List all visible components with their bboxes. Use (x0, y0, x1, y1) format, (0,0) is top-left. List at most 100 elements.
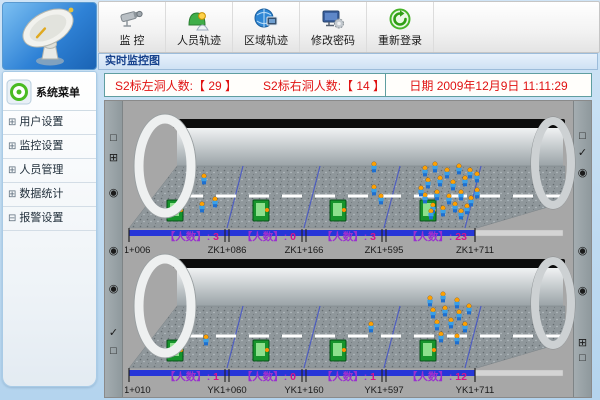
monitor-button-label: 监 控 (119, 32, 144, 48)
sidebar-item-data-statistics[interactable]: ⊞数据统计 (3, 183, 96, 207)
sidebar-item-personnel-management[interactable]: ⊞人员管理 (3, 159, 96, 183)
tunnel-counts: S2标左洞人数:【 29 】 S2标右洞人数:【 14 】 (105, 77, 385, 94)
person-marker (452, 202, 457, 213)
person-marker (438, 332, 443, 343)
person-marker (454, 298, 459, 309)
person-marker (464, 204, 469, 215)
section-count-label: 【人数】: 23 (407, 230, 467, 243)
sidebar-item-user-settings[interactable]: ⊞用户设置 (3, 111, 96, 135)
person-marker (466, 304, 471, 315)
right-tunnel-diagram: 【人数】: 1 【人数】: 0 【人数】: 1 【人数】: 12YK1+010Y… (125, 246, 577, 396)
coverage-bar-rest (475, 230, 563, 236)
camera-dome-icon: ◉ (105, 283, 122, 295)
satellite-dish-icon (3, 3, 96, 69)
person-marker (422, 193, 427, 204)
sidebar-item-alarm-settings[interactable]: ⊟报警设置 (3, 207, 96, 231)
person-marker (212, 197, 217, 208)
grid-icon: ⊞ (105, 152, 122, 164)
toolbar: 监 控 人员轨迹 区域轨迹 修改密码 (98, 1, 600, 53)
station-label: YK1+160 (284, 385, 323, 396)
tab-realtime-monitor[interactable]: 实时监控图 (98, 53, 598, 70)
check-icon: ✓ (105, 327, 122, 339)
monitor-button[interactable]: 监 控 (99, 2, 166, 52)
status-bar: S2标左洞人数:【 29 】 S2标右洞人数:【 14 】 日期 2009年12… (104, 73, 592, 97)
right-tunnel-count: S2标右洞人数:【 14 】 (263, 77, 385, 94)
sidebar-item-label: 监控设置 (19, 140, 63, 152)
tunnel-ceiling-band (173, 119, 565, 128)
person-marker (425, 178, 430, 189)
personnel-track-button-label: 人员轨迹 (177, 32, 221, 48)
section-count-label: 【人数】: 12 (407, 370, 467, 383)
reader-device (420, 340, 436, 361)
left-device-strip: □⊞◉◉◉✓□ (105, 101, 123, 397)
person-marker (422, 166, 427, 177)
change-password-button[interactable]: 修改密码 (300, 2, 367, 52)
expand-plus-icon[interactable]: ⊞ (8, 141, 16, 152)
expand-minus-icon[interactable]: ⊟ (8, 213, 16, 224)
person-marker (378, 194, 383, 205)
person-marker (418, 186, 423, 197)
station-label: YK1+060 (207, 385, 246, 396)
sidebar-header: 系统菜单 (3, 72, 96, 111)
person-marker (474, 172, 479, 183)
reader-device (253, 340, 269, 361)
person-track-icon (187, 7, 211, 31)
section-count-label: 【人数】: 0 (242, 370, 296, 383)
station-label: YK1+711 (456, 385, 495, 396)
person-marker (371, 185, 376, 196)
expand-plus-icon[interactable]: ⊞ (8, 117, 16, 128)
person-marker (444, 168, 449, 179)
sidebar-item-label: 数据统计 (19, 188, 63, 200)
person-marker (434, 320, 439, 331)
system-menu-icon (6, 79, 32, 105)
person-marker (467, 168, 472, 179)
monitor-panel: □⊞◉◉◉✓□ □✓◉◉◉⊞□ (104, 100, 592, 398)
tunnel-wall (177, 268, 563, 306)
person-marker (427, 296, 432, 307)
left-tunnel-count: S2标左洞人数:【 29 】 (115, 77, 237, 94)
section-count-label: 【人数】: 3 (322, 230, 376, 243)
left-tunnel-diagram: 【人数】: 3 【人数】: 0 【人数】: 3 【人数】: 23ZK1+006Z… (125, 106, 577, 256)
sidebar-item-monitor-settings[interactable]: ⊞监控设置 (3, 135, 96, 159)
person-marker (371, 162, 376, 173)
person-marker (434, 190, 439, 201)
reader-device (253, 200, 269, 221)
person-marker (440, 292, 445, 303)
person-marker (448, 318, 453, 329)
person-marker (201, 174, 206, 185)
expand-plus-icon[interactable]: ⊞ (8, 189, 16, 200)
app-logo (2, 2, 97, 70)
camera-dome-icon: ◉ (105, 187, 122, 199)
sidebar: 系统菜单 ⊞用户设置 ⊞监控设置 ⊞人员管理 ⊞数据统计 ⊟报警设置 (2, 71, 97, 387)
change-password-button-label: 修改密码 (311, 32, 355, 48)
personnel-track-button[interactable]: 人员轨迹 (166, 2, 233, 52)
relogin-button[interactable]: 重新登录 (367, 2, 434, 52)
coverage-bar-rest (475, 370, 563, 376)
reader-device (330, 340, 346, 361)
cctv-camera-icon (119, 7, 145, 31)
person-marker (468, 196, 473, 207)
camera-dome-icon: ◉ (105, 245, 122, 257)
station-label: YK1+010 (125, 385, 151, 396)
date-time: 日期 2009年12月9日 11:11:29 (385, 74, 591, 96)
station-label: YK1+597 (364, 385, 403, 396)
tunnel-ceiling-band (173, 259, 565, 268)
person-marker (442, 306, 447, 317)
expand-plus-icon[interactable]: ⊞ (8, 165, 16, 176)
person-marker (437, 176, 442, 187)
area-track-button[interactable]: 区域轨迹 (233, 2, 300, 52)
person-marker (456, 310, 461, 321)
person-marker (458, 190, 463, 201)
person-marker (454, 334, 459, 345)
area-track-button-label: 区域轨迹 (244, 32, 288, 48)
tunnel-wall (177, 128, 563, 166)
person-marker (458, 209, 463, 220)
refresh-login-icon (388, 7, 412, 31)
reader-device (330, 200, 346, 221)
relogin-button-label: 重新登录 (378, 32, 422, 48)
section-count-label: 【人数】: 3 (165, 230, 219, 243)
sidebar-item-label: 用户设置 (19, 116, 63, 128)
section-count-label: 【人数】: 1 (165, 370, 219, 383)
person-marker (450, 180, 455, 191)
square-icon: □ (105, 345, 122, 357)
